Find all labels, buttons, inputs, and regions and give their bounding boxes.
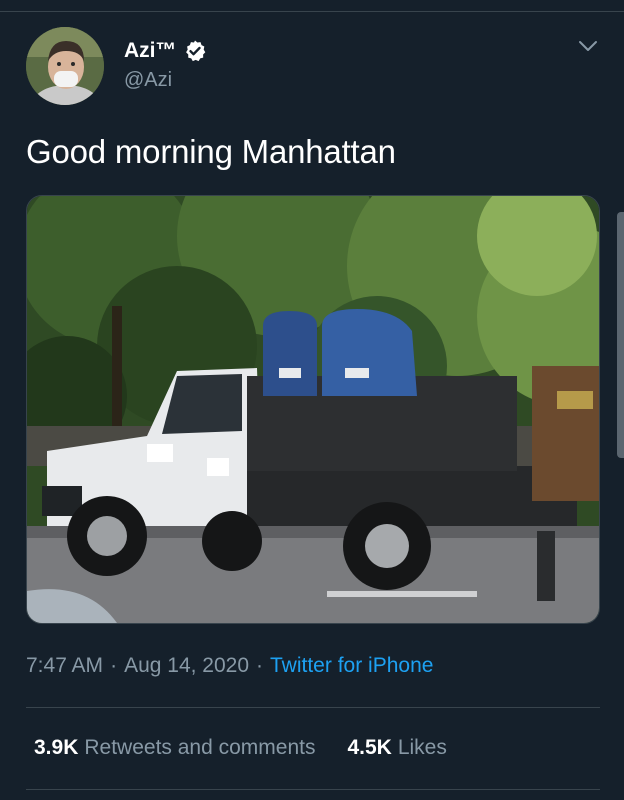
tweet-source-link[interactable]: Twitter for iPhone (270, 654, 433, 678)
tweet-meta: 7:47 AM · Aug 14, 2020 · Twitter for iPh… (26, 652, 433, 680)
meta-separator: · (256, 654, 264, 677)
author-handle[interactable]: @Azi (124, 69, 172, 92)
likes-label: Likes (397, 736, 447, 759)
likes-count: 4.5K (347, 736, 392, 759)
author-name-row[interactable]: Azi™ (124, 36, 207, 66)
meta-separator: · (110, 654, 118, 677)
retweets-stat[interactable]: 3.9K Retweets and comments (34, 736, 315, 760)
avatar[interactable] (26, 27, 104, 105)
top-divider (0, 11, 624, 12)
retweets-count: 3.9K (34, 736, 79, 759)
verified-badge-icon (185, 40, 205, 62)
retweets-label: Retweets and comments (84, 736, 316, 759)
tweet-text: Good morning Manhattan (26, 133, 396, 170)
meta-divider (26, 707, 600, 708)
chevron-down-icon[interactable] (576, 34, 600, 58)
tweet-time: 7:47 AM (26, 654, 104, 677)
scrollbar-thumb[interactable] (617, 212, 624, 458)
likes-stat[interactable]: 4.5K Likes (347, 736, 446, 760)
tweet-date[interactable]: Aug 14, 2020 (124, 654, 249, 678)
avatar-image (26, 27, 104, 105)
tweet-stats: 3.9K Retweets and comments 4.5K Likes (34, 734, 447, 762)
photo-image (27, 196, 599, 623)
author-display-name[interactable]: Azi™ (124, 39, 177, 63)
stats-divider (26, 789, 600, 790)
tweet-media-photo[interactable] (26, 195, 600, 624)
